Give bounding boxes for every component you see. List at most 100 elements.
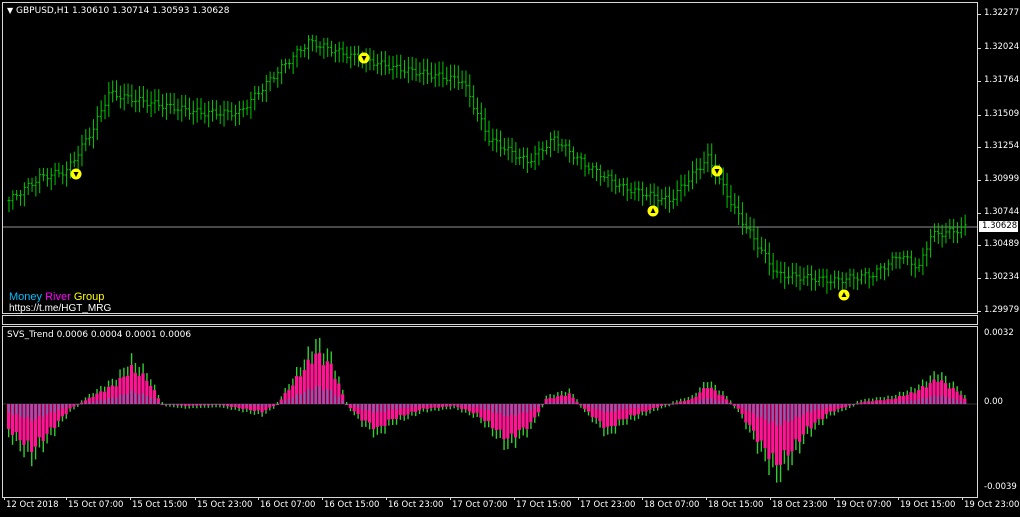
time-tick-label: 17 Oct 23:00 [580,500,636,510]
price-bar [330,40,334,57]
histogram-bar [91,393,95,404]
price-bar [541,141,545,161]
price-bar [326,37,330,57]
histogram-bar [214,404,218,408]
histogram-bar [283,388,287,404]
histogram-bar [602,404,606,437]
price-bar [387,55,391,75]
histogram-bar [268,404,272,411]
price-bar [848,268,852,287]
histogram-bar [10,404,15,445]
price-bar [303,43,307,58]
histogram-bar [805,404,809,434]
histogram-bar [490,404,495,437]
histogram-bar [575,399,579,405]
histogram-bar [552,394,556,404]
histogram-bar [767,404,771,476]
histogram-bar [371,404,375,438]
price-bar [744,212,748,234]
histogram-bar [909,386,913,404]
price-chart-canvas[interactable] [3,3,977,313]
histogram-bar [544,395,548,404]
histogram-bar [682,398,687,404]
price-bar [806,265,810,286]
time-tick-mark [962,497,963,500]
histogram-bar [498,404,502,439]
price-bar [49,167,53,191]
price-bar [168,92,172,114]
histogram-bar [487,404,491,428]
histogram-bar [867,398,871,404]
histogram-bar [79,400,84,405]
price-bar [771,252,775,280]
brand-link[interactable]: https://t.me/HGT_MRG [9,303,111,314]
histogram-bar [237,404,241,412]
price-bar [249,91,253,119]
histogram-bar [798,404,802,454]
histogram-bar [172,404,176,408]
price-bar [187,97,191,120]
time-tick-mark [258,497,259,500]
price-bar [191,100,195,125]
price-chart-panel[interactable]: ▼ GBPUSD,H1 1.30610 1.30714 1.30593 1.30… [2,2,978,314]
chart-header: ▼ GBPUSD,H1 1.30610 1.30714 1.30593 1.30… [7,6,230,16]
time-axis[interactable]: 12 Oct 2018 15 Oct 07:00 15 Oct 15:00 15 Oc… [0,497,1019,517]
histogram-bar [321,353,326,404]
price-bar [376,54,380,75]
histogram-bar [271,404,276,409]
price-scale[interactable]: 1.30628 1.32277 1.32024 1.31764 1.31509 1.31… [977,2,1020,315]
histogram-bar [164,404,168,407]
histogram-bar [341,389,345,404]
price-tick-label: 1.32024 [984,42,1020,52]
price-bar [95,106,99,140]
price-bar [687,170,691,192]
time-tick-label: 16 Oct 15:00 [324,500,380,510]
price-bar [449,64,453,91]
price-bar [491,128,495,151]
price-bar [552,130,556,151]
histogram-bar [598,404,602,428]
histogram-bar [563,391,567,404]
price-bar [906,250,910,266]
histogram-bar [440,404,445,410]
price-bar [856,272,860,291]
price-bar [955,222,959,244]
histogram-bar [375,404,379,435]
price-tick-label: 1.30744 [984,207,1020,217]
price-bar [118,85,122,109]
histogram-bar [721,391,725,404]
price-bar [591,162,595,179]
histogram-bar [959,390,963,404]
price-bar [595,162,599,182]
brand-word-river: River [45,291,71,303]
histogram-bar [525,404,529,438]
histogram-bar [890,395,894,404]
histogram-bar [629,404,633,420]
histogram-bar [145,373,149,404]
price-bar [779,261,783,284]
time-tick-label: 19 Oct 23:00 [964,500,1020,510]
histogram-bar [886,395,890,404]
price-bar [487,120,491,146]
price-bar [525,147,529,174]
price-bar [433,63,437,88]
price-tick-label: 1.31509 [984,109,1020,119]
indicator-scale[interactable]: 0.0032 0.00 -0.0039 [977,326,1020,498]
histogram-bar [110,378,114,404]
triangle-down-icon[interactable]: ▼ [7,6,13,15]
histogram-bar [940,372,944,404]
histogram-bar [414,404,418,417]
histogram-bar [241,404,245,413]
histogram-bar [45,404,49,444]
indicator-panel[interactable]: SVS_Trend 0.0006 0.0004 0.0001 0.0006 [2,326,978,498]
histogram-bar [675,400,679,405]
histogram-bar [260,404,264,417]
indicator-canvas[interactable] [3,327,977,497]
price-bar [287,58,291,69]
price-bar [226,100,230,121]
histogram-bar [433,404,437,411]
price-bar [790,262,794,285]
price-bar [45,168,49,187]
price-bar [310,34,314,52]
panel-separator[interactable] [2,315,978,325]
